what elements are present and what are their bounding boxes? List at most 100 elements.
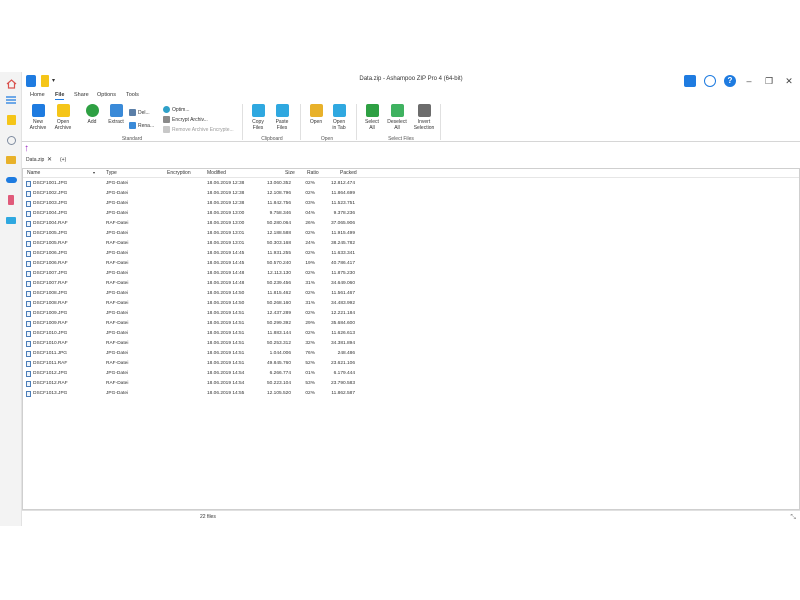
table-row[interactable]: DSCF1010.JPG JPG-Datei 18.06.2019 14:51 11.… xyxy=(23,329,799,339)
rename-icon xyxy=(129,122,136,129)
file-icon xyxy=(26,311,31,317)
cell-ratio: 02% xyxy=(305,291,315,296)
open-archive-button[interactable]: Open Archive xyxy=(52,104,74,131)
table-row[interactable]: DSCF1007.RAF RAF-Datei 18.06.2019 14:48 50.… xyxy=(23,279,799,289)
cell-ratio: 02% xyxy=(305,391,315,396)
table-row[interactable]: DSCF1005.JPG JPG-Datei 18.06.2019 13:01 12.… xyxy=(23,229,799,239)
column-size[interactable]: Size xyxy=(285,170,295,176)
extract-icon[interactable] xyxy=(3,132,19,148)
cell-name: DSCF1007.JPG xyxy=(33,271,68,276)
table-row[interactable]: DSCF1007.JPG JPG-Datei 18.06.2019 14:48 12.… xyxy=(23,269,799,279)
resize-grip-icon[interactable]: ⤡ xyxy=(790,514,796,522)
cell-name: DSCF1009.JPG xyxy=(33,311,68,316)
column-encryption[interactable]: Encryption xyxy=(167,170,191,176)
sort-icon: ▾ xyxy=(93,170,96,175)
cell-packed: 23.621.106 xyxy=(330,361,355,366)
usb-icon[interactable] xyxy=(3,192,19,208)
disk-icon[interactable] xyxy=(3,212,19,228)
maximize-button[interactable]: ❐ xyxy=(762,74,776,88)
doc-tab-data-zip[interactable]: Data.zip xyxy=(26,157,44,163)
cell-name: DSCF1004.RAF xyxy=(33,221,68,226)
table-row[interactable]: DSCF1009.RAF RAF-Datei 18.06.2019 14:51 50.… xyxy=(23,319,799,329)
file-icon xyxy=(26,271,31,277)
settings-icon[interactable] xyxy=(704,75,716,87)
cell-name: DSCF1012.JPG xyxy=(33,371,68,376)
tab-home[interactable]: Home xyxy=(30,92,45,98)
column-name[interactable]: Name xyxy=(27,170,40,176)
delete-button[interactable]: Del... xyxy=(129,109,150,116)
menu-icon[interactable] xyxy=(3,92,19,108)
help-icon[interactable]: ? xyxy=(724,75,736,87)
table-row[interactable]: DSCF1008.JPG JPG-Datei 18.06.2019 14:50 11.… xyxy=(23,289,799,299)
encrypt-archive-button[interactable]: Encrypt Archiv... xyxy=(163,116,208,123)
table-row[interactable]: DSCF1012.JPG JPG-Datei 18.06.2019 14:54 6.2… xyxy=(23,369,799,379)
table-row[interactable]: DSCF1011.RAF RAF-Datei 18.06.2019 14:51 49.… xyxy=(23,359,799,369)
tab-options[interactable]: Options xyxy=(97,92,116,98)
cell-size: 12.108.796 xyxy=(266,191,291,196)
cell-name: DSCF1013.JPG xyxy=(33,391,68,396)
select-all-button[interactable]: Select All xyxy=(363,104,381,131)
cell-size: 6.266.774 xyxy=(269,371,291,376)
cell-ratio: 02% xyxy=(305,331,315,336)
invert-selection-button[interactable]: Invert Selection xyxy=(412,104,436,131)
rename-button[interactable]: Rena... xyxy=(129,122,154,129)
new-archive-button[interactable]: New Archive xyxy=(27,104,49,131)
column-modified[interactable]: Modified xyxy=(207,170,226,176)
tab-tools[interactable]: Tools xyxy=(126,92,139,98)
add-tab-button[interactable]: (+) xyxy=(60,157,66,163)
cell-ratio: 29% xyxy=(305,321,315,326)
cell-modified: 18.06.2019 12:38 xyxy=(207,181,245,186)
cloud-icon[interactable] xyxy=(3,172,19,188)
table-row[interactable]: DSCF1001.JPG JPG-Datei 18.06.2019 12:38 13.… xyxy=(23,179,799,189)
table-row[interactable]: DSCF1006.JPG JPG-Datei 18.06.2019 14:45 11.… xyxy=(23,249,799,259)
open-button[interactable]: Open xyxy=(308,104,324,125)
cell-packed: 34.483.992 xyxy=(330,301,355,306)
table-row[interactable]: DSCF1008.RAF RAF-Datei 18.06.2019 14:50 50.… xyxy=(23,299,799,309)
table-row[interactable]: DSCF1003.JPG JPG-Datei 18.06.2019 12:38 11.… xyxy=(23,199,799,209)
cell-type: JPG-Datei xyxy=(106,211,129,216)
file-icon xyxy=(26,361,31,367)
column-type[interactable]: Type xyxy=(106,170,117,176)
table-row[interactable]: DSCF1002.JPG JPG-Datei 18.06.2019 12:38 12.… xyxy=(23,189,799,199)
table-row[interactable]: DSCF1005.RAF RAF-Datei 18.06.2019 13:01 50.… xyxy=(23,239,799,249)
cell-ratio: 31% xyxy=(305,301,315,306)
optimize-button[interactable]: Optim... xyxy=(163,106,190,113)
copy-files-button[interactable]: Copy Files xyxy=(249,104,267,131)
table-row[interactable]: DSCF1013.JPG JPG-Datei 18.06.2019 14:55 12.… xyxy=(23,389,799,399)
up-arrow-icon[interactable]: ↑ xyxy=(24,143,34,155)
extract-button[interactable]: Extract xyxy=(106,104,126,125)
minimize-button[interactable]: – xyxy=(742,74,756,88)
select-all-icon xyxy=(365,104,379,117)
cell-packed: 35.684.600 xyxy=(330,321,355,326)
table-row[interactable]: DSCF1009.JPG JPG-Datei 18.06.2019 14:51 12.… xyxy=(23,309,799,319)
deselect-all-button[interactable]: Deselect All xyxy=(386,104,408,131)
column-packed[interactable]: Packed xyxy=(340,170,357,176)
table-row[interactable]: DSCF1004.JPG JPG-Datei 18.06.2019 13:00 9.7… xyxy=(23,209,799,219)
optimize-icon xyxy=(163,106,170,113)
paste-files-button[interactable]: Paste Files xyxy=(273,104,291,131)
add-button[interactable]: Add xyxy=(84,104,100,125)
close-tab-icon[interactable]: ✕ xyxy=(47,156,52,163)
close-button[interactable]: ✕ xyxy=(782,74,796,88)
notes-icon[interactable] xyxy=(684,75,696,87)
table-row[interactable]: DSCF1004.RAF RAF-Datei 18.06.2019 13:00 50.… xyxy=(23,219,799,229)
file-icon xyxy=(26,321,31,327)
folder-icon[interactable] xyxy=(3,152,19,168)
open-in-tab-button[interactable]: Open in Tab xyxy=(330,104,348,131)
tab-share[interactable]: Share xyxy=(74,92,89,98)
table-row[interactable]: DSCF1010.RAF RAF-Datei 18.06.2019 14:51 50.… xyxy=(23,339,799,349)
cell-size: 50.280.064 xyxy=(266,221,291,226)
file-icon xyxy=(26,341,31,347)
table-row[interactable]: DSCF1006.RAF RAF-Datei 18.06.2019 14:45 50.… xyxy=(23,259,799,269)
file-icon xyxy=(26,211,31,217)
table-row[interactable]: DSCF1011.JPG JPG-Datei 18.06.2019 14:51 1.0… xyxy=(23,349,799,359)
cell-size: 50.299.392 xyxy=(266,321,291,326)
home-icon[interactable] xyxy=(3,76,19,92)
table-row[interactable]: DSCF1012.RAF RAF-Datei 18.06.2019 14:54 50.… xyxy=(23,379,799,389)
remove-encryption-button[interactable]: Remove Archive Encrypte... xyxy=(163,126,234,133)
add-icon xyxy=(85,104,99,117)
tab-file[interactable]: File xyxy=(55,92,65,100)
file-icon xyxy=(26,181,31,187)
column-ratio[interactable]: Ratio xyxy=(307,170,319,176)
archive-icon[interactable] xyxy=(3,112,19,128)
